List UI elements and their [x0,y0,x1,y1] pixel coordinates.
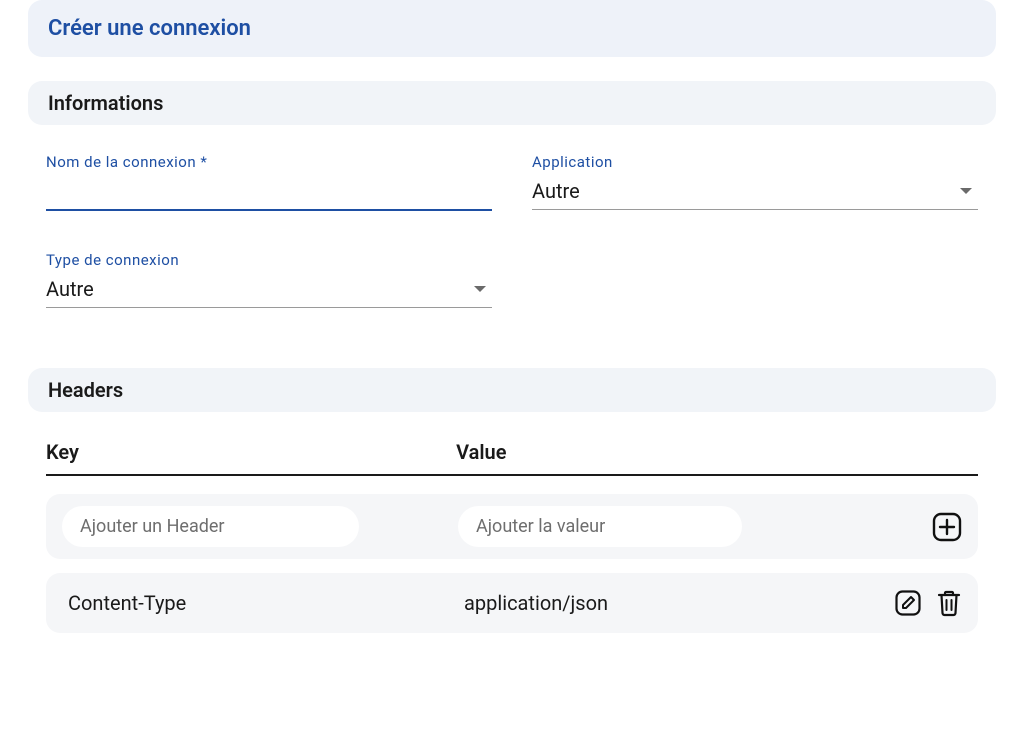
column-header-actions [848,440,978,464]
label-connection-name: Nom de la connexion * [46,153,492,171]
column-header-key: Key [46,440,456,464]
trash-icon [936,589,962,617]
section-header-info: Informations [28,81,996,125]
chevron-down-icon [960,188,972,194]
plus-icon [932,512,962,542]
label-application: Application [532,153,978,171]
add-header-button[interactable] [932,512,962,542]
column-header-value: Value [456,440,847,464]
table-row: Content-Type application/json [46,573,978,633]
select-connection-type[interactable]: Autre [46,275,492,308]
field-connection-name: Nom de la connexion * [46,153,492,211]
input-header-key[interactable] [62,506,359,547]
label-connection-type: Type de connexion [46,251,492,269]
edit-icon [894,589,922,617]
cell-header-key: Content-Type [62,585,458,621]
input-header-value[interactable] [458,506,742,547]
cell-header-value: application/json [458,585,836,621]
info-form: Nom de la connexion * Application Autre … [28,153,996,308]
headers-table: Key Value Content-Ty [28,440,996,633]
section-title-headers: Headers [48,378,976,402]
chevron-down-icon [474,286,486,292]
select-application[interactable]: Autre [532,177,978,210]
page-title: Créer une connexion [48,16,976,41]
field-application: Application Autre [532,153,978,211]
table-head: Key Value [46,440,978,476]
section-title-info: Informations [48,91,976,115]
page-title-bar: Créer une connexion [28,0,996,57]
field-connection-type: Type de connexion Autre [46,251,492,308]
select-connection-type-value: Autre [46,277,94,301]
section-header-headers: Headers [28,368,996,412]
input-connection-name[interactable] [46,177,492,211]
select-application-value: Autre [532,179,580,203]
edit-header-button[interactable] [894,589,922,617]
delete-header-button[interactable] [936,589,962,617]
add-header-row [46,494,978,559]
